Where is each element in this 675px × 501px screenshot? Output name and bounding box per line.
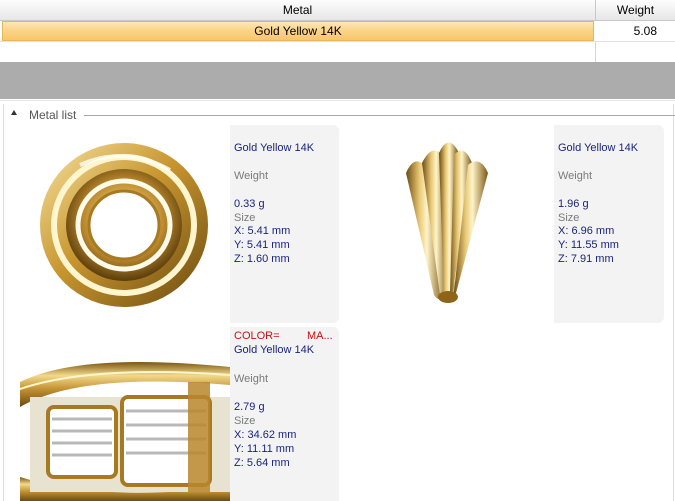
card-image-2[interactable] [344, 125, 554, 323]
grid-empty-area [0, 62, 675, 99]
cell-metal[interactable]: Gold Yellow 14K [2, 21, 594, 41]
weight-value: 0.33 g [234, 198, 265, 210]
splitter[interactable] [0, 100, 675, 101]
prong-setting-icon [406, 142, 488, 303]
size-y: Y: 11.55 mm [558, 239, 619, 251]
metal-name: Gold Yellow 14K [558, 142, 639, 154]
grid-header: Metal Weight [0, 0, 675, 21]
cell-weight[interactable]: 5.08 [596, 21, 675, 41]
column-header-metal[interactable]: Metal [0, 0, 596, 20]
weight-label: Weight [234, 373, 269, 385]
card-info-3: COLOR= MA... Gold Yellow 14K Weight 2.79… [230, 327, 339, 501]
collapse-triangle-icon[interactable] [11, 110, 17, 115]
weight-label: Weight [558, 170, 593, 182]
ring-bead-icon [40, 143, 208, 307]
size-x: X: 6.96 mm [558, 225, 615, 237]
size-label: Size [558, 212, 580, 224]
size-z: Z: 5.64 mm [234, 457, 290, 469]
weight-value: 1.96 g [558, 198, 589, 210]
column-divider [595, 42, 596, 63]
color-label: COLOR= [234, 330, 280, 342]
group-label: Metal list [29, 108, 77, 122]
size-z: Z: 7.91 mm [558, 253, 614, 265]
card-image-3[interactable] [20, 327, 230, 501]
size-x: X: 34.62 mm [234, 429, 297, 441]
size-y: Y: 5.41 mm [234, 239, 290, 251]
card-image-1[interactable] [20, 125, 230, 323]
column-header-weight[interactable]: Weight [596, 0, 675, 20]
ring-shank-icon [20, 362, 230, 501]
color-value: MA... [307, 330, 333, 342]
metal-name: Gold Yellow 14K [234, 344, 315, 356]
size-z: Z: 1.60 mm [234, 253, 290, 265]
size-y: Y: 11.11 mm [234, 443, 295, 455]
weight-value: 2.79 g [234, 401, 265, 413]
table-empty-row [0, 41, 675, 63]
size-label: Size [234, 212, 256, 224]
size-label: Size [234, 415, 256, 427]
card-info-1: Gold Yellow 14K Weight 0.33 g Size X: 5.… [230, 125, 339, 323]
weight-label: Weight [234, 170, 269, 182]
card-info-2: Gold Yellow 14K Weight 1.96 g Size X: 6.… [554, 125, 664, 323]
size-x: X: 5.41 mm [234, 225, 291, 237]
metal-name: Gold Yellow 14K [234, 142, 315, 154]
group-divider [84, 115, 675, 116]
table-row[interactable]: Gold Yellow 14K 5.08 [0, 21, 675, 41]
